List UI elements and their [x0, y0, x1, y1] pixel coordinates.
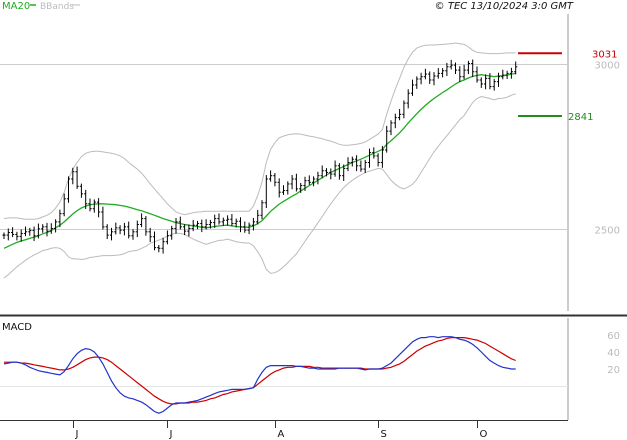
support-level-label: 2841 [568, 112, 593, 123]
copyright-notice: © TEC 13/10/2024 3:0 GMT [435, 1, 574, 12]
macd-tick-label-1: 40 [607, 348, 620, 359]
month-label-3: S [381, 429, 387, 440]
price-tick-label-1: 3000 [595, 61, 620, 72]
month-label-2: A [278, 429, 285, 440]
macd-tick-label-2: 20 [607, 365, 620, 376]
bbands-legend-label: BBands [40, 2, 74, 12]
macd-axis-ticks: 60 40 20 [607, 331, 620, 376]
price-tick-label-0: 2500 [595, 226, 620, 237]
month-label-1: J [169, 429, 173, 440]
month-label-0: J [75, 429, 79, 440]
resistance-level-label: 3031 [592, 49, 617, 60]
chart-canvas: 3031 2841 2500 3000 60 40 20 J J A S O MA20 BBan… [0, 0, 627, 440]
chart-frame [0, 0, 627, 440]
ma20-legend-label: MA20 [2, 1, 30, 12]
macd-panel-title: MACD [2, 322, 32, 333]
macd-tick-label-0: 60 [607, 331, 620, 342]
month-label-4: O [480, 429, 488, 440]
background [0, 0, 627, 440]
